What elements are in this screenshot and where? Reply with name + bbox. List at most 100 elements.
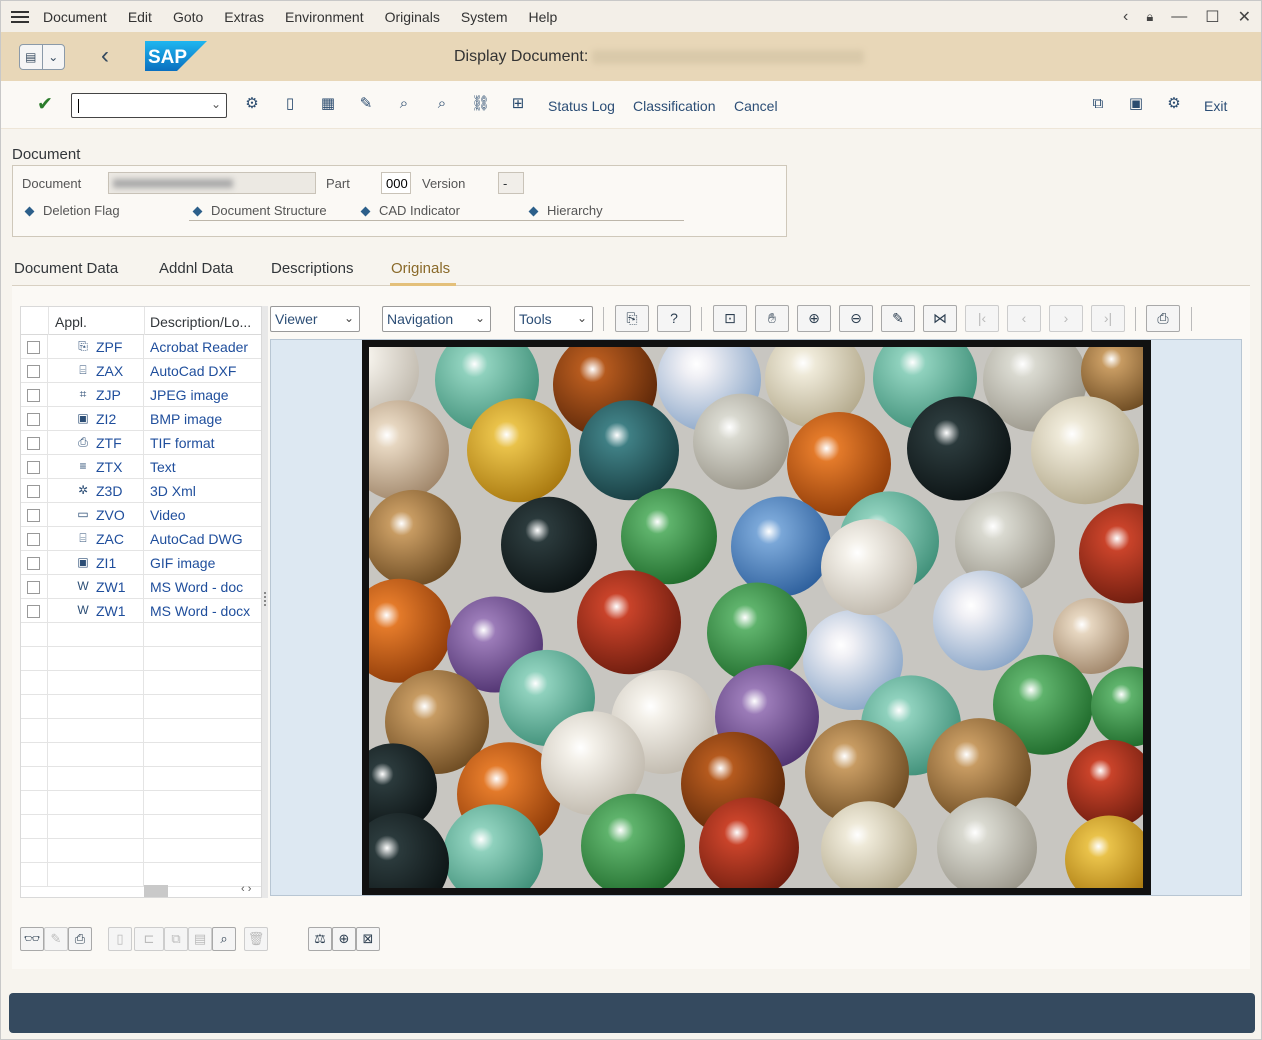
tab-originals[interactable]: Originals (391, 260, 450, 277)
menu-edit[interactable]: Edit (128, 9, 152, 25)
application-code[interactable]: ZTF (96, 435, 122, 451)
menu-extras[interactable]: Extras (224, 9, 264, 25)
navigation-dropdown[interactable]: Navigation ⌄ (382, 306, 491, 332)
application-description[interactable]: GIF image (150, 555, 215, 571)
menu-help[interactable]: Help (529, 9, 558, 25)
menu-document[interactable]: Document (43, 9, 107, 25)
application-code[interactable]: ZVO (96, 507, 125, 523)
splitter-handle[interactable] (262, 306, 268, 898)
close-viewer-icon[interactable]: ⊠ (356, 927, 380, 951)
application-description[interactable]: MS Word - doc (150, 579, 243, 595)
zoom-out-icon[interactable]: ⊖ (839, 305, 873, 332)
copy-icon[interactable]: ⧉ (164, 927, 188, 951)
fit-icon[interactable]: ⊡ (713, 305, 747, 332)
first-page-icon[interactable]: |‹ (965, 305, 999, 332)
table-row[interactable]: ⎘ ZPF Acrobat Reader (21, 335, 261, 359)
row-select-checkbox[interactable] (27, 341, 40, 354)
table-row[interactable]: ▭ ZVO Video (21, 503, 261, 527)
tools-dropdown[interactable]: Tools ⌄ (514, 306, 593, 332)
table-row[interactable]: ≡ ZTX Text (21, 455, 261, 479)
row-select-checkbox[interactable] (27, 437, 40, 450)
menu-environment[interactable]: Environment (285, 9, 364, 25)
checkmark-icon[interactable]: ✔ (37, 93, 53, 116)
application-code[interactable]: ZJP (96, 387, 121, 403)
row-select-checkbox[interactable] (27, 365, 40, 378)
status-log-button[interactable]: Status Log (548, 98, 615, 114)
document-number-field[interactable] (108, 172, 316, 194)
print-icon[interactable]: ⎙ (68, 927, 92, 951)
command-field[interactable]: ⌄ (71, 93, 227, 118)
chevron-left-icon[interactable]: ‹ (1123, 8, 1128, 26)
zoom-in-icon[interactable]: ⊕ (797, 305, 831, 332)
switch-display-change-icon[interactable]: ⚙ (243, 95, 261, 113)
delete-icon[interactable]: 🗑︎ (244, 927, 268, 951)
pencil-icon[interactable]: ✎ (357, 95, 375, 113)
row-select-checkbox[interactable] (27, 581, 40, 594)
application-description[interactable]: AutoCad DWG (150, 531, 243, 547)
find-next-icon[interactable]: ⌕ (433, 95, 451, 113)
classification-button[interactable]: Classification (633, 98, 715, 114)
application-description[interactable]: Acrobat Reader (150, 339, 248, 355)
hamburger-icon[interactable] (11, 10, 29, 23)
column-header-appl[interactable]: Appl. (55, 314, 87, 330)
row-select-checkbox[interactable] (27, 389, 40, 402)
table-row[interactable]: ▣ ZI1 GIF image (21, 551, 261, 575)
new-document-icon[interactable]: ▯ (281, 95, 299, 113)
table-row[interactable]: ⌗ ZJP JPEG image (21, 383, 261, 407)
tab-descriptions[interactable]: Descriptions (271, 260, 354, 277)
chevron-down-icon[interactable]: ⌄ (211, 97, 221, 111)
display-binoculars-icon[interactable]: 👓︎ (20, 927, 44, 951)
row-select-checkbox[interactable] (27, 413, 40, 426)
tab-addnl-data[interactable]: Addnl Data (159, 260, 233, 277)
settings-icon[interactable]: ⚙ (1165, 95, 1183, 113)
application-code[interactable]: ZTX (96, 459, 122, 475)
related-objects-icon[interactable]: ⊕ (332, 927, 356, 951)
edit-pencil-icon[interactable]: ✎ (44, 927, 68, 951)
table-row[interactable]: W ZW1 MS Word - docx (21, 599, 261, 623)
new-window-icon[interactable]: ⧉ (1089, 95, 1107, 113)
application-description[interactable]: AutoCad DXF (150, 363, 236, 379)
window-icon[interactable]: ▣ (1127, 95, 1145, 113)
application-description[interactable]: BMP image (150, 411, 222, 427)
zoom-icon[interactable]: ⌕ (212, 927, 236, 951)
last-page-icon[interactable]: ›| (1091, 305, 1125, 332)
application-description[interactable]: Text (150, 459, 176, 475)
markup-pencil-icon[interactable]: ✎ (881, 305, 915, 332)
back-icon[interactable]: ‹ (101, 44, 109, 68)
new-original-icon[interactable]: ▯ (108, 927, 132, 951)
version-field[interactable]: - (498, 172, 524, 194)
application-description[interactable]: MS Word - docx (150, 603, 250, 619)
previous-page-icon[interactable]: ‹ (1007, 305, 1041, 332)
application-code[interactable]: ZW1 (96, 579, 126, 595)
horizontal-scrollbar[interactable] (144, 885, 168, 897)
row-select-checkbox[interactable] (27, 557, 40, 570)
application-description[interactable]: JPEG image (150, 387, 229, 403)
search-icon[interactable]: ⌕ (395, 95, 413, 113)
application-description[interactable]: 3D Xml (150, 483, 196, 499)
table-row[interactable]: W ZW1 MS Word - doc (21, 575, 261, 599)
table-row[interactable]: ⌸ ZAX AutoCad DXF (21, 359, 261, 383)
compare-icon[interactable]: ⚖︎ (308, 927, 332, 951)
application-code[interactable]: ZW1 (96, 603, 126, 619)
application-code[interactable]: ZAX (96, 363, 123, 379)
object-links-icon[interactable]: ⛓ (471, 95, 490, 113)
help-book-icon[interactable]: ? (657, 305, 691, 332)
application-code[interactable]: Z3D (96, 483, 122, 499)
split-view-icon[interactable]: ⋈ (923, 305, 957, 332)
menu-originals[interactable]: Originals (385, 9, 440, 25)
table-row[interactable]: ⌸ ZAC AutoCad DWG (21, 527, 261, 551)
row-select-checkbox[interactable] (27, 461, 40, 474)
menu-system[interactable]: System (461, 9, 508, 25)
menu-goto[interactable]: Goto (173, 9, 203, 25)
maximize-icon[interactable]: ☐ (1205, 7, 1219, 27)
open-folder-icon[interactable]: ⊏ (134, 927, 164, 951)
row-select-checkbox[interactable] (27, 485, 40, 498)
table-row[interactable]: ▣ ZI2 BMP image (21, 407, 261, 431)
application-code[interactable]: ZI2 (96, 411, 116, 427)
next-page-icon[interactable]: › (1049, 305, 1083, 332)
part-field[interactable]: 000 (381, 172, 411, 194)
row-select-checkbox[interactable] (27, 605, 40, 618)
row-select-checkbox[interactable] (27, 533, 40, 546)
table-row[interactable]: ⎙ ZTF TIF format (21, 431, 261, 455)
column-header-description[interactable]: Description/Lo... (150, 314, 251, 330)
